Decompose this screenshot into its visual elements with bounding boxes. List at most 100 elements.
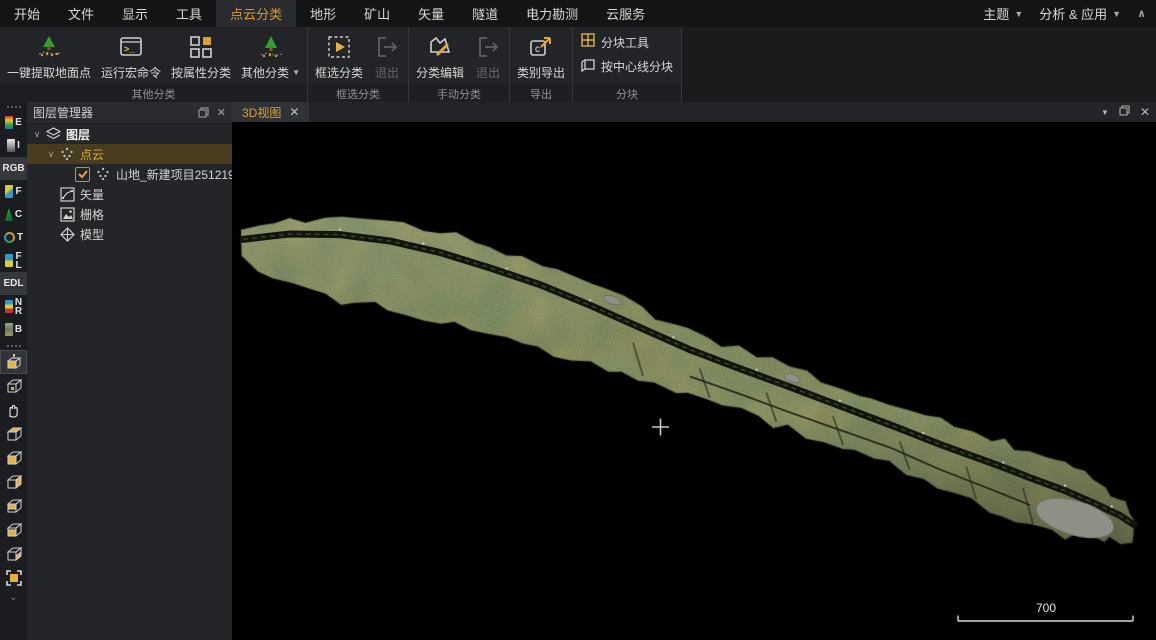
raster-layer-icon	[59, 206, 75, 222]
display-mode-elevation[interactable]: E	[0, 111, 27, 134]
menu-tab-tunnel[interactable]: 隧道	[458, 0, 512, 27]
ribbon-group-manual-classify: 分类编辑 退出 手动分类	[409, 27, 510, 102]
menu-tab-vector[interactable]: 矢量	[404, 0, 458, 27]
classify-edit-button[interactable]: 分类编辑	[411, 29, 469, 85]
restore-window-icon[interactable]	[1119, 103, 1130, 121]
model-layer-icon	[59, 226, 75, 242]
tree-node-model[interactable]: 模型	[27, 224, 232, 244]
ribbon-group-other-classify: 一键提取地面点 >_ 运行宏命令	[0, 27, 308, 102]
exit-icon	[474, 33, 502, 61]
other-classify-button[interactable]: 其他分类▼	[236, 29, 305, 85]
scale-bar: 700	[958, 601, 1133, 621]
collapse-ribbon-button[interactable]: ∧	[1137, 7, 1146, 20]
clock-icon	[4, 232, 15, 243]
panel-title: 图层管理器	[33, 104, 93, 121]
tree-node-raster[interactable]: 栅格	[27, 204, 232, 224]
pick-point-tool[interactable]	[0, 350, 27, 374]
other-classify-icon	[257, 33, 285, 61]
pan-tool[interactable]	[0, 398, 27, 422]
dice-cube-icon	[5, 377, 23, 395]
display-mode-intensity[interactable]: I	[0, 134, 27, 157]
menu-tab-tools[interactable]: 工具	[162, 0, 216, 27]
exit-box-select-button[interactable]: 退出	[368, 29, 406, 85]
tree-icon	[5, 208, 13, 221]
blend-ramp-icon	[5, 323, 13, 336]
visibility-checkbox[interactable]	[75, 167, 90, 182]
svg-text:c: c	[535, 44, 540, 55]
point-cloud-icon	[95, 166, 111, 182]
scale-bar-label: 700	[1036, 601, 1056, 615]
theme-menu[interactable]: 主题▼	[983, 4, 1023, 23]
float-panel-icon[interactable]	[198, 107, 209, 118]
tree-node-pointcloud-item[interactable]: 山地_新建项目2512193	[27, 164, 232, 184]
expand-caret-icon[interactable]: ∨	[45, 149, 57, 160]
view-front-tool[interactable]	[0, 518, 27, 542]
tile-grid-icon	[581, 33, 596, 51]
expand-caret-icon[interactable]: ∨	[31, 129, 43, 140]
point-cloud-icon	[59, 146, 75, 162]
ribbon-group-box-select-classify: 框选分类 退出 框选分类	[308, 27, 409, 102]
view-bottom-tool[interactable]	[0, 446, 27, 470]
tree-node-pointcloud-group[interactable]: ∨ 点云	[27, 144, 232, 164]
macro-console-icon: >_	[117, 33, 145, 61]
ground-extract-icon	[35, 33, 63, 61]
feature-ramp-icon	[5, 185, 13, 198]
drag-handle[interactable]	[7, 106, 21, 108]
display-mode-edl[interactable]: EDL	[0, 272, 27, 295]
menu-tab-cloud-services[interactable]: 云服务	[592, 0, 659, 27]
centerline-tile-icon	[581, 57, 596, 75]
category-export-icon: c	[527, 33, 555, 61]
menu-tab-terrain[interactable]: 地形	[296, 0, 350, 27]
section-divider	[7, 345, 21, 347]
chevron-down-icon: ▼	[292, 68, 300, 77]
ribbon-group-export: c 类别导出 导出	[510, 27, 573, 102]
tab-list-chevron-icon[interactable]: ▼	[1101, 108, 1109, 117]
menu-tab-display[interactable]: 显示	[108, 0, 162, 27]
classify-by-attribute-button[interactable]: 按属性分类	[166, 29, 236, 85]
tile-tool-button[interactable]: 分块工具	[581, 33, 673, 51]
menu-tab-pointcloud-classify[interactable]: 点云分类	[216, 0, 296, 27]
close-icon[interactable]: ✕	[217, 106, 226, 119]
menu-tab-power-survey[interactable]: 电力勘测	[512, 0, 592, 27]
menu-tab-mining[interactable]: 矿山	[350, 0, 404, 27]
point-cloud-strip	[241, 217, 1134, 546]
ribbon: 一键提取地面点 >_ 运行宏命令	[0, 27, 1156, 102]
application-window: 开始 文件 显示 工具 点云分类 地形 矿山 矢量 隧道 电力勘测 云服务 主题…	[0, 0, 1156, 640]
layers-icon	[45, 126, 61, 142]
zoom-extent-tool[interactable]	[0, 566, 27, 590]
display-mode-blend[interactable]: B	[0, 318, 27, 341]
view-top-tool[interactable]	[0, 422, 27, 446]
display-mode-flightline[interactable]: F L	[0, 249, 27, 272]
menu-tab-start[interactable]: 开始	[0, 0, 54, 27]
view-back-tool[interactable]	[0, 542, 27, 566]
3d-viewport-canvas[interactable]: 700	[232, 122, 1156, 640]
box-select-classify-button[interactable]: 框选分类	[310, 29, 368, 85]
pick-cube-icon	[5, 353, 23, 371]
close-icon[interactable]: ✕	[289, 105, 299, 119]
display-mode-gpstime[interactable]: T	[0, 226, 27, 249]
more-tools-chevron[interactable]: ⌄	[9, 592, 17, 603]
chevron-down-icon: ▼	[1014, 9, 1023, 19]
exit-classify-edit-button[interactable]: 退出	[469, 29, 507, 85]
close-icon[interactable]: ✕	[1140, 105, 1150, 119]
tree-node-vector[interactable]: 矢量	[27, 184, 232, 204]
display-mode-rgb[interactable]: RGB	[0, 157, 27, 180]
exit-icon	[373, 33, 401, 61]
category-export-button[interactable]: c 类别导出	[512, 29, 570, 85]
display-mode-feature[interactable]: F	[0, 180, 27, 203]
tree-node-layers[interactable]: ∨ 图层	[27, 124, 232, 144]
menu-tab-file[interactable]: 文件	[54, 0, 108, 27]
tab-3d-view[interactable]: 3D视图 ✕	[232, 102, 309, 122]
view-right-tool[interactable]	[0, 494, 27, 518]
render-mode-toolbar: E I RGB F C T F L EDL N R B	[0, 102, 28, 640]
view-left-tool[interactable]	[0, 470, 27, 494]
attribute-classify-icon	[187, 33, 215, 61]
display-mode-return-number[interactable]: N R	[0, 295, 27, 318]
crosshair-cursor	[652, 419, 669, 436]
extract-ground-button[interactable]: 一键提取地面点	[2, 29, 96, 85]
dice-cube-tool[interactable]	[0, 374, 27, 398]
analysis-apps-menu[interactable]: 分析 & 应用▼	[1039, 4, 1121, 23]
display-mode-classification[interactable]: C	[0, 203, 27, 226]
run-macro-button[interactable]: >_ 运行宏命令	[96, 29, 166, 85]
tile-by-centerline-button[interactable]: 按中心线分块	[581, 57, 673, 75]
